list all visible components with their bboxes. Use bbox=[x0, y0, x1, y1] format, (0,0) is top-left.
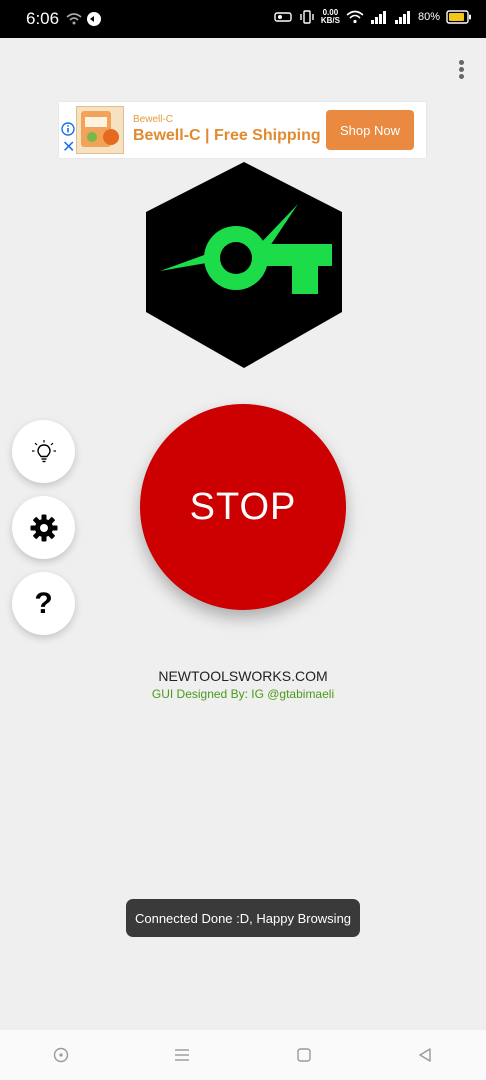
status-right-icons: 0.00 KB/S 80% bbox=[273, 9, 472, 25]
home-square-icon bbox=[297, 1048, 311, 1062]
question-mark-icon: ? bbox=[34, 586, 53, 620]
signal-icon-1 bbox=[370, 11, 386, 24]
help-button[interactable]: ? bbox=[12, 572, 75, 635]
site-label: NEWTOOLSWORKS.COM bbox=[158, 668, 328, 684]
lightbulb-icon bbox=[31, 439, 56, 462]
nav-back-button[interactable] bbox=[405, 1035, 445, 1075]
vpn-key-icon bbox=[274, 12, 292, 22]
settings-button[interactable] bbox=[12, 496, 75, 559]
nav-menu-button[interactable] bbox=[162, 1035, 202, 1075]
designer-credit: GUI Designed By: IG @gtabimaeli bbox=[151, 687, 335, 701]
vibrate-icon bbox=[300, 10, 314, 24]
status-bar: 6:06 0.00 KB/S 80% bbox=[0, 0, 486, 38]
tips-button[interactable] bbox=[12, 420, 75, 483]
ad-title[interactable]: Bewell-C | Free Shipping bbox=[133, 127, 321, 145]
ad-brand: Bewell-C bbox=[133, 114, 174, 125]
circle-dot-icon bbox=[53, 1047, 68, 1063]
shop-now-button[interactable]: Shop Now bbox=[326, 110, 414, 150]
ad-banner[interactable]: ✕ Bewell-C Bewell-C | Free Shipping Shop… bbox=[59, 102, 426, 158]
ad-info-icon[interactable] bbox=[61, 122, 75, 136]
system-nav-bar bbox=[0, 1030, 486, 1080]
overflow-menu-icon[interactable] bbox=[452, 58, 470, 82]
network-speed: 0.00 KB/S bbox=[320, 8, 340, 25]
wifi-icon bbox=[346, 10, 364, 24]
battery-icon bbox=[446, 10, 471, 24]
menu-lines-icon bbox=[175, 1049, 190, 1061]
ad-close-icon[interactable]: ✕ bbox=[62, 140, 75, 156]
gear-icon bbox=[30, 514, 57, 541]
toast-message: Connected Done :D, Happy Browsing bbox=[126, 899, 360, 937]
status-notification-icons bbox=[66, 11, 106, 32]
battery-percent: 80% bbox=[417, 11, 440, 23]
nav-assistant-button[interactable] bbox=[41, 1035, 81, 1075]
stop-button[interactable]: STOP bbox=[140, 404, 346, 610]
nav-home-button[interactable] bbox=[284, 1035, 324, 1075]
status-time: 6:06 bbox=[26, 9, 60, 28]
back-triangle-icon bbox=[419, 1048, 431, 1062]
ad-product-image bbox=[76, 106, 124, 154]
notification-wifi-icon bbox=[66, 12, 101, 26]
signal-icon-2 bbox=[394, 11, 410, 24]
app-logo bbox=[146, 162, 342, 368]
